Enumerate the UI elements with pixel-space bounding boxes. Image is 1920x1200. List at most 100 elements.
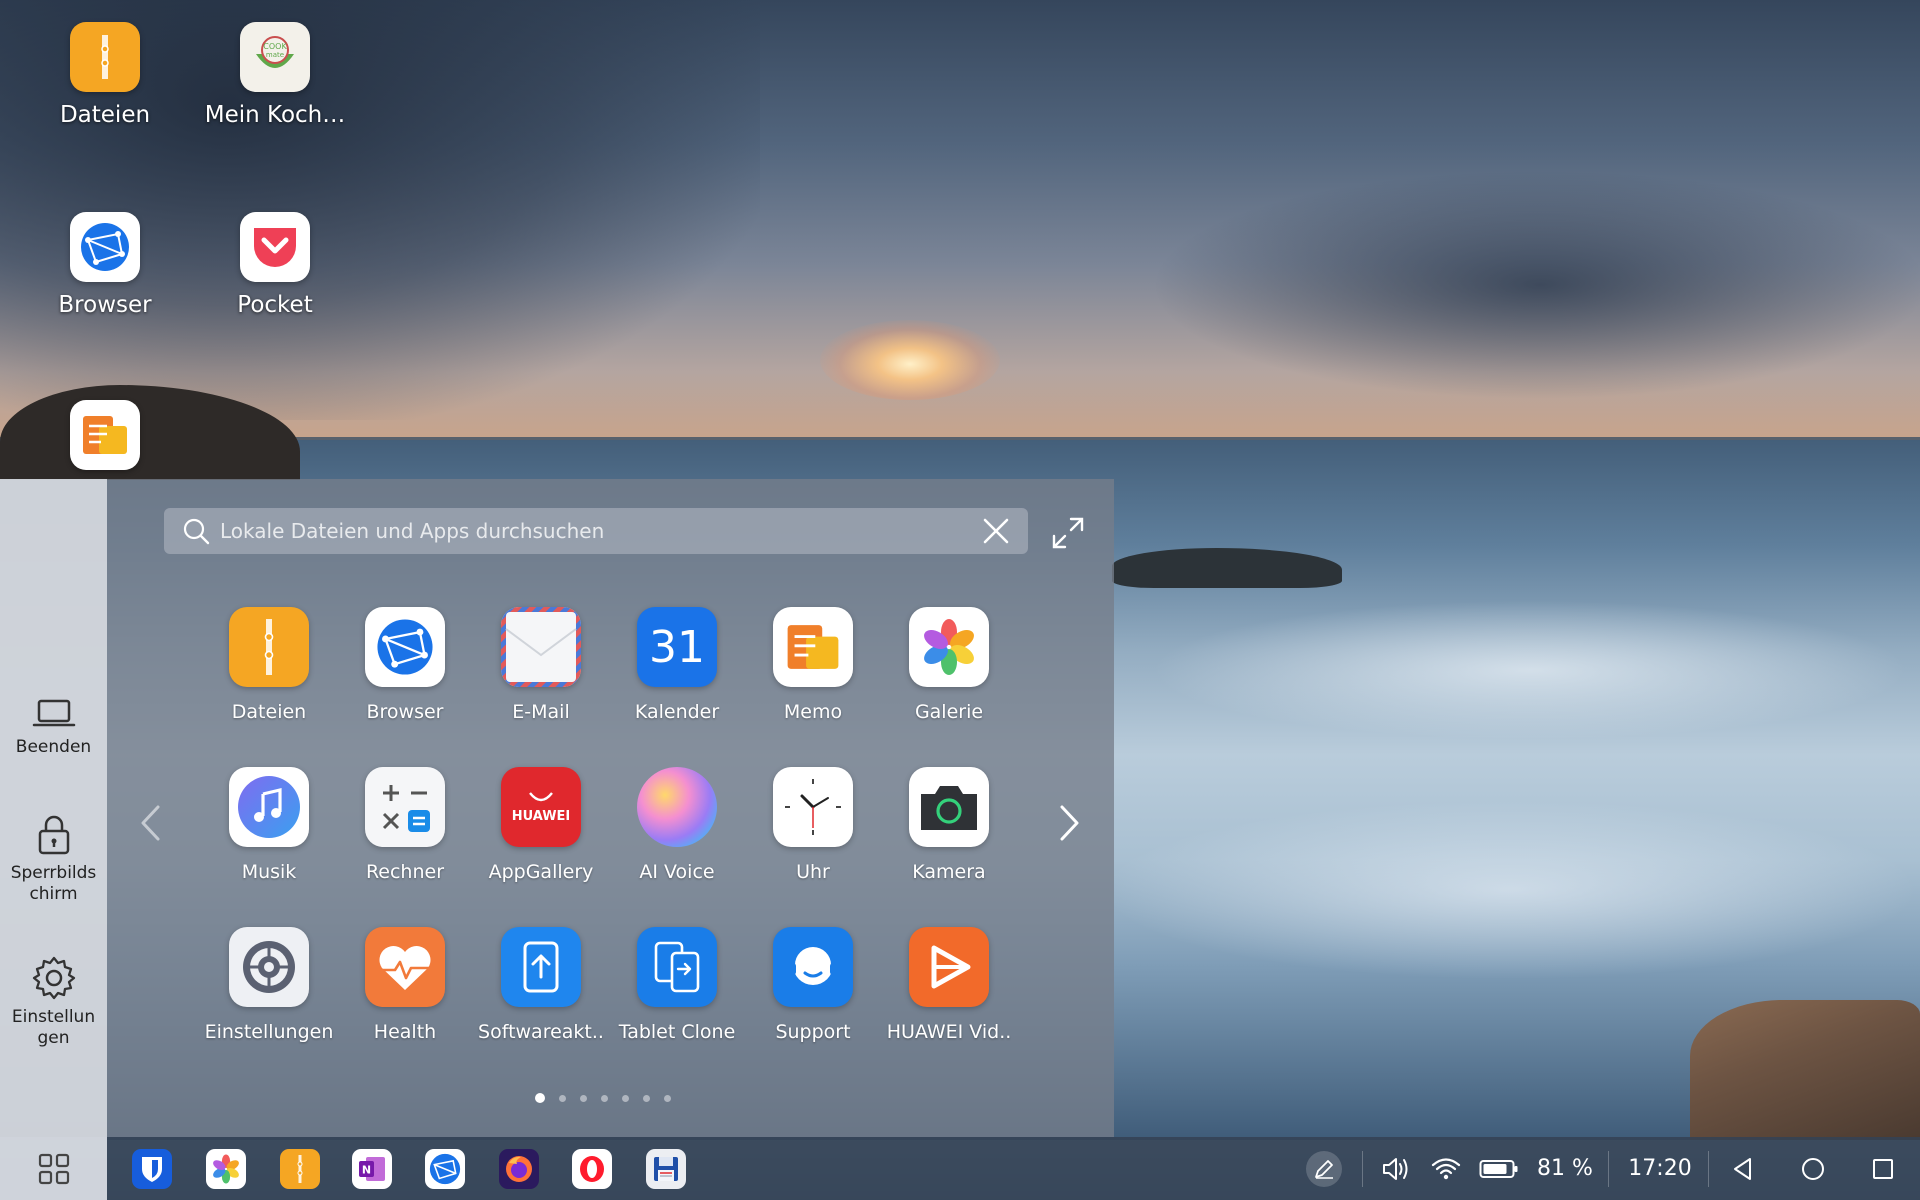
calendar-icon: 31: [637, 607, 717, 687]
app-gallery[interactable]: Galerie: [881, 607, 1017, 723]
app-clock[interactable]: Uhr: [745, 767, 881, 883]
app-label: HUAWEI Vid..: [886, 1021, 1012, 1043]
desktop-icon-files[interactable]: Dateien: [20, 22, 190, 128]
desktop-icon-memo[interactable]: [20, 400, 190, 470]
app-appgallery[interactable]: HUAWEI AppGallery: [473, 767, 609, 883]
app-browser[interactable]: Browser: [337, 607, 473, 723]
calendar-date-text: 31: [649, 621, 705, 673]
search-input[interactable]: [210, 508, 982, 554]
volume-icon[interactable]: [1378, 1137, 1414, 1200]
pocket-icon: [240, 212, 310, 282]
desktop-icon-browser[interactable]: Browser: [20, 212, 190, 318]
video-icon: [909, 927, 989, 1007]
desktop-icon-cookbook[interactable]: COOK mate Mein Koch…: [190, 22, 360, 128]
lock-screen-button[interactable]: Sperrbilds chirm: [0, 813, 107, 905]
app-label: Einstellungen: [204, 1021, 334, 1043]
bitwarden-icon[interactable]: [132, 1149, 172, 1189]
files-icon: [229, 607, 309, 687]
app-health[interactable]: Health: [337, 927, 473, 1043]
app-label: Kamera: [912, 861, 986, 883]
app-label: Musik: [241, 861, 297, 883]
app-label: Galerie: [914, 701, 984, 723]
health-icon: [365, 927, 445, 1007]
gear-icon: [32, 956, 75, 1000]
desktop-icon-pocket[interactable]: Pocket: [190, 212, 360, 318]
desktop-icon-label: Browser: [58, 292, 152, 318]
settings-button[interactable]: Einstellun gen: [0, 955, 107, 1049]
search-icon: [182, 517, 210, 545]
app-settings[interactable]: Einstellungen: [201, 927, 337, 1043]
email-icon: [501, 607, 581, 687]
page-indicator: [535, 1093, 671, 1103]
app-calendar[interactable]: 31 Kalender: [609, 607, 745, 723]
app-huawei-video[interactable]: HUAWEI Vid..: [881, 927, 1017, 1043]
battery-icon[interactable]: [1478, 1137, 1520, 1200]
ai-voice-icon: [637, 767, 717, 847]
page-dot[interactable]: [601, 1094, 608, 1102]
pen-input-icon[interactable]: [1306, 1137, 1342, 1200]
app-ai-voice[interactable]: AI Voice: [609, 767, 745, 883]
app-label: E-Mail: [512, 701, 570, 723]
battery-percent[interactable]: 81 %: [1532, 1137, 1598, 1200]
laptop-icon: [32, 699, 75, 727]
settings-icon: [229, 927, 309, 1007]
nav-back-icon[interactable]: [1722, 1137, 1764, 1200]
taskbar: N 81 % 17:20: [0, 1137, 1920, 1200]
nav-recents-icon[interactable]: [1862, 1137, 1904, 1200]
app-label: Support: [775, 1021, 851, 1043]
app-email[interactable]: E-Mail: [473, 607, 609, 723]
gallery-icon[interactable]: [206, 1149, 246, 1189]
desktop-icon-label: Pocket: [237, 292, 313, 318]
app-calculator[interactable]: Rechner: [337, 767, 473, 883]
start-menu-button[interactable]: [0, 1137, 107, 1200]
app-tablet-clone[interactable]: Tablet Clone: [609, 927, 745, 1043]
start-menu-panel: Beenden Sperrbilds chirm Einstellun gen: [0, 479, 1114, 1137]
app-software-update[interactable]: Softwareakt..: [473, 927, 609, 1043]
page-dot[interactable]: [535, 1093, 545, 1103]
clear-search-icon[interactable]: [982, 517, 1010, 545]
app-grid-icon: [38, 1153, 69, 1184]
app-support[interactable]: Support: [745, 927, 881, 1043]
app-grid: Dateien Browser E-Mail 31 Kalender Memo: [201, 607, 1017, 1067]
app-music[interactable]: Musik: [201, 767, 337, 883]
music-icon: [229, 767, 309, 847]
previous-page-arrow-icon[interactable]: [130, 801, 170, 845]
floppy-save-icon[interactable]: [646, 1149, 686, 1189]
next-page-arrow-icon[interactable]: [1050, 801, 1090, 845]
app-memo[interactable]: Memo: [745, 607, 881, 723]
firefox-icon[interactable]: [499, 1149, 539, 1189]
app-camera[interactable]: Kamera: [881, 767, 1017, 883]
lock-label: Sperrbilds chirm: [10, 863, 97, 904]
app-label: Health: [373, 1021, 437, 1043]
app-label: Rechner: [365, 861, 445, 883]
page-dot[interactable]: [580, 1094, 587, 1102]
appgallery-brand-text: HUAWEI: [511, 808, 571, 824]
page-dot[interactable]: [559, 1094, 566, 1102]
browser-icon[interactable]: [425, 1149, 465, 1189]
gallery-icon: [909, 607, 989, 687]
app-label: AppGallery: [488, 861, 594, 883]
search-bar: [164, 508, 1028, 554]
clock[interactable]: 17:20: [1620, 1137, 1700, 1200]
opera-icon[interactable]: [572, 1149, 612, 1189]
exit-desktop-button[interactable]: Beenden: [0, 697, 107, 758]
page-dot[interactable]: [664, 1094, 671, 1102]
nav-home-icon[interactable]: [1792, 1137, 1834, 1200]
app-label: Tablet Clone: [618, 1021, 736, 1043]
page-dot[interactable]: [643, 1094, 650, 1102]
browser-icon: [365, 607, 445, 687]
support-icon: [773, 927, 853, 1007]
app-files[interactable]: Dateien: [201, 607, 337, 723]
expand-fullscreen-icon[interactable]: [1050, 515, 1086, 551]
files-icon[interactable]: [280, 1149, 320, 1189]
app-label: Dateien: [231, 701, 307, 723]
onenote-icon[interactable]: N: [352, 1149, 392, 1189]
calculator-icon: [365, 767, 445, 847]
exit-label: Beenden: [15, 737, 92, 757]
wifi-icon[interactable]: [1428, 1137, 1464, 1200]
app-label: Uhr: [796, 861, 830, 883]
app-label: Kalender: [634, 701, 720, 723]
page-dot[interactable]: [622, 1094, 629, 1102]
memo-icon: [70, 400, 140, 470]
files-icon: [70, 22, 140, 92]
